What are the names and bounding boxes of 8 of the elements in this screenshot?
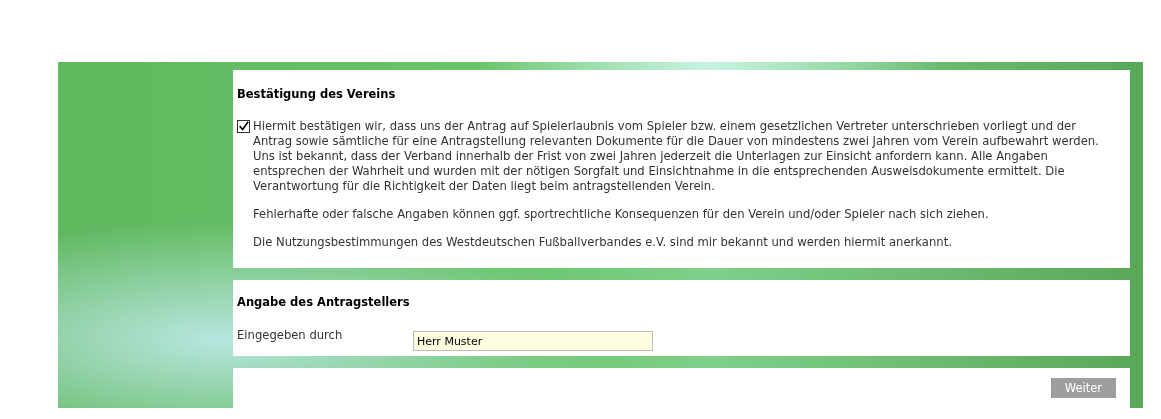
note-text: Die Nutzungsbestimmungen des Westdeutschen Fußballverbandes e.V. sind mir bekannt und werden hiermit anerkannt.	[253, 235, 953, 251]
note-text: Fehlerhafte oder falsche Angaben können ggf. sportrechtliche Konsequenzen für den Verein und/oder Spieler nach sich ziehen.	[253, 207, 990, 223]
confirmation-text: Hiermit bestätigen wir, dass uns der Antrag auf Spielerlaubnis vom Spieler bzw. einem gesetzlichen Vertreter unterschrieben vorliegt und der Antrag sowie sämtliche für eine Antragstellung relevanten Dokumente für die Dauer von mindestens zwei Jahren vom Verein aufbewahrt werden. Uns ist bekannt, dass der Verband innerhalb der Frist von zwei Jahren jederzeit die Unterlagen zur Einsicht anfordern kann. Alle Angaben entsprechen der Wahrheit und wurden mit der nötigen Sorgfalt und Einsichtnahme in die entsprechenden Ausweisdokumente ermittelt. Die Verantwortung für die Richtigkeit der Daten liegt beim antragstellenden Verein.	[253, 119, 1100, 195]
field-label: Eingegeben durch	[237, 327, 344, 345]
section-heading: Angabe des Antragstellers	[237, 294, 411, 311]
section-heading: Bestätigung des Vereins	[237, 86, 397, 103]
checkbox[interactable]	[237, 120, 250, 134]
input-field[interactable]: Herr Muster	[413, 331, 653, 352]
